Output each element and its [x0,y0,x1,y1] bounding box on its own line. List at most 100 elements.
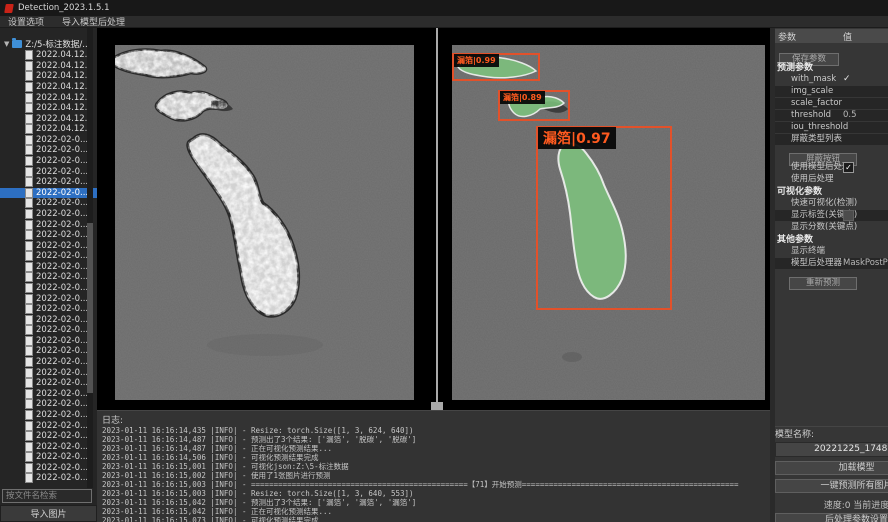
menu-item-import-postprocess[interactable]: 导入模型后处理 [62,15,125,28]
param-row-show-labels[interactable]: 显示标签(关键点) [775,210,888,221]
file-tree-item[interactable]: 2022-02-0... [0,283,97,294]
file-tree-item[interactable]: 2022-02-0... [0,166,97,177]
param-row-iou-threshold[interactable]: iou_threshold [775,122,888,133]
file-tree-item[interactable]: 2022-02-0... [0,410,97,421]
file-icon [26,231,32,239]
load-model-button[interactable]: 加载模型 [775,461,888,475]
file-list: 2022.04.12...2022.04.12...2022.04.12...2… [0,50,97,484]
param-row-mask-type-list[interactable]: 屏蔽类型列表 [775,134,888,145]
file-tree-item[interactable]: 2022-02-0... [0,272,97,283]
file-icon [26,464,32,472]
file-tree-item[interactable]: 2022-02-0... [0,367,97,378]
file-name: 2022-02-0... [36,357,88,367]
file-name: 2022-02-0... [36,368,88,378]
file-tree-item[interactable]: 2022-02-0... [0,357,97,368]
file-tree-item[interactable]: 2022-02-0... [0,420,97,431]
param-row-model-postprocessor[interactable]: 模型后处理器 MaskPostPro [775,258,888,269]
file-name: 2022-02-0... [36,177,88,187]
file-tree-item[interactable]: 2022.04.12... [0,50,97,61]
param-row-show-scores[interactable]: 显示分数(关键点) [775,222,888,233]
file-tree-item[interactable]: 2022-02-0... [0,177,97,188]
param-row-show-terminal[interactable]: 显示终端 [775,246,888,257]
file-icon [26,263,32,271]
file-tree-item[interactable]: 2022-02-0... [0,389,97,400]
file-tree-item[interactable]: 2022-02-0... [0,219,97,230]
file-tree-item[interactable]: 2022-02-0... [0,399,97,410]
search-input[interactable] [2,489,92,503]
file-tree-root[interactable]: ▼ Z:/5-标注数据/... [0,38,97,50]
file-tree-item[interactable]: 2022-02-0... [0,262,97,273]
file-tree-item[interactable]: 2022-02-0... [0,251,97,262]
file-icon [26,83,32,91]
file-tree-item[interactable]: 2022.04.12... [0,92,97,103]
file-tree-item[interactable]: 2022-02-0... [0,304,97,315]
source-image-panel[interactable] [115,45,414,400]
file-tree-item[interactable]: 2022.04.12... [0,113,97,124]
file-tree-item[interactable]: 2022.04.12... [0,103,97,114]
model-name-field[interactable]: 20221225_174813 [775,442,888,457]
file-tree-item[interactable]: 2022-02-0... [0,209,97,220]
file-tree-item[interactable]: 2022-02-0... [0,145,97,156]
file-tree-item[interactable]: 2022-02-0... [0,452,97,463]
log-line: 2023-01-11 16:16:15,001 |INFO| - 可视化json… [102,462,767,471]
file-tree-item[interactable]: 2022.04.12... [0,124,97,135]
file-icon [26,221,32,229]
file-tree-item[interactable]: 2022.04.12... [0,82,97,93]
prediction-image-panel[interactable]: 漏箔|0.99 漏箔|0.89 漏箔|0.97 [452,45,765,400]
repredict-button[interactable]: 重新预测 [789,277,857,290]
header-value: 值 [843,30,852,43]
file-tree-item[interactable]: 2022.04.12... [0,71,97,82]
param-row-img-scale[interactable]: img_scale [775,86,888,97]
file-name: 2022-02-0... [36,198,88,208]
section-other-params: 其他参数 [775,234,888,246]
log-line: 2023-01-11 16:16:15,002 |INFO| - 使用了1张图片… [102,471,767,480]
file-tree-item[interactable]: 2022-02-0... [0,135,97,146]
file-tree-item[interactable]: 2022-02-0... [0,156,97,167]
log-line: 2023-01-11 16:16:14,506 |INFO| - 可视化预测结果… [102,453,767,462]
file-icon [26,474,32,482]
tree-scrollbar-handle[interactable] [87,223,93,393]
file-tree-item[interactable]: 2022-02-0... [0,336,97,347]
file-tree-item[interactable]: 2022-02-0... [0,441,97,452]
postprocess-settings-button[interactable]: 后处理参数设置 [775,513,888,522]
param-row-with-mask[interactable]: with_mask ✓ [775,74,888,85]
file-icon [26,326,32,334]
file-tree-item[interactable]: 2022-02-0... [0,473,97,484]
param-row-fast-visualize[interactable]: 快速可视化(检测) [775,198,888,209]
tree-scrollbar[interactable] [87,28,93,488]
log-panel: 日志: 2023-01-11 16:16:14,435 |INFO| - Res… [97,410,770,522]
file-tree-item[interactable]: 2022.04.12... [0,61,97,72]
file-tree-item[interactable]: 2022-02-0... [0,463,97,474]
log-output[interactable]: 2023-01-11 16:16:14,435 |INFO| - Resize:… [102,426,767,522]
file-tree-item[interactable]: 2022-02-0... [0,240,97,251]
file-tree-item[interactable]: 2022-02-0... [0,378,97,389]
file-tree-item[interactable]: 2022-02-0... [0,293,97,304]
file-icon [26,51,32,59]
file-tree-item[interactable]: 2022-02-0... [0,346,97,357]
file-tree-item[interactable]: 2022-02-0... [0,230,97,241]
checkbox-unchecked-icon[interactable] [843,210,854,221]
postprocessor-value[interactable]: MaskPostPro [843,258,888,269]
pane-splitter-handle[interactable] [431,402,443,410]
menu-item-settings[interactable]: 设置选项 [8,15,44,28]
predict-all-button[interactable]: 一键预测所有图片 [775,479,888,493]
checkmark-icon[interactable]: ✓ [843,74,851,85]
file-name: 2022-02-0... [36,145,88,155]
threshold-value[interactable]: 0.5 [843,110,857,121]
import-images-button[interactable]: 导入图片 [0,505,97,522]
file-name: 2022-02-0... [36,463,88,473]
param-row-scale-factor[interactable]: scale_factor [775,98,888,109]
file-tree-item[interactable]: 2022-02-0... [0,198,97,209]
file-tree-item[interactable]: 2022-02-0... [0,431,97,442]
file-name: 2022-02-0... [36,241,88,251]
file-icon [26,411,32,419]
file-tree-item[interactable]: 2022-02-0... [0,325,97,336]
file-tree-item[interactable]: 2022-02-0... [0,314,97,325]
checkbox-checked-icon[interactable]: ✓ [843,162,854,173]
param-row-threshold[interactable]: threshold 0.5 [775,110,888,121]
param-row-use-postprocess[interactable]: 使用后处理 [775,174,888,185]
param-row-use-model-postprocess[interactable]: 使用模型后处理 ✓ [775,162,888,173]
pane-splitter[interactable] [436,28,438,410]
file-tree-item[interactable]: 2022-02-0... [0,188,97,199]
file-icon [26,284,32,292]
